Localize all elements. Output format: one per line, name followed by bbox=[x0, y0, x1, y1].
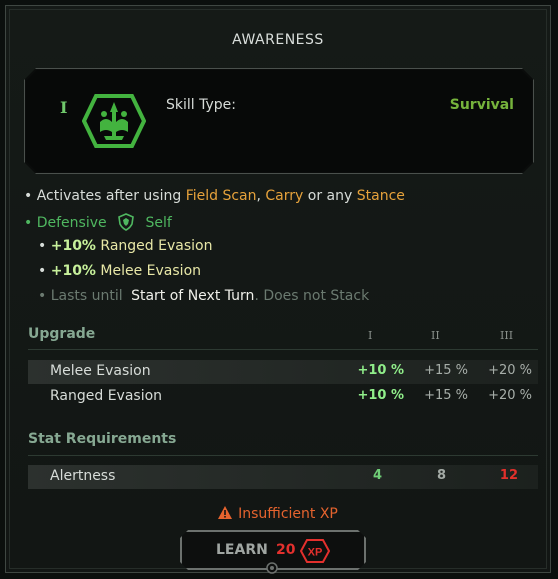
tier-i-header: I bbox=[368, 329, 373, 342]
effect-value: +10% bbox=[50, 238, 96, 254]
bullet: • bbox=[24, 215, 33, 231]
warning-icon bbox=[218, 506, 233, 519]
tier-ii-header: II bbox=[431, 329, 440, 342]
upgrade-row-ranged: Ranged Evasion +10 % +15 % +20 % bbox=[28, 385, 538, 409]
term-field-scan: Field Scan bbox=[185, 188, 257, 204]
skill-header-box: I Skill Type: Survival bbox=[24, 68, 534, 174]
learn-cost: 20 bbox=[276, 542, 296, 558]
skill-type-value: Survival bbox=[449, 97, 514, 113]
term-carry: Carry bbox=[265, 188, 304, 204]
warning-text: Insufficient XP bbox=[238, 506, 338, 522]
activation-mid: or any bbox=[307, 188, 353, 204]
upgrade-value-tier-iii: +20 % bbox=[488, 388, 532, 403]
duration-line: • Lasts until Start of Next Turn. Does n… bbox=[38, 288, 369, 304]
duration-term: Start of Next Turn bbox=[131, 288, 255, 304]
skill-header-inner: I Skill Type: Survival bbox=[26, 70, 532, 172]
xp-badge-icon: XP bbox=[300, 539, 330, 563]
awareness-crest-icon bbox=[82, 92, 146, 150]
skill-type-label: Skill Type: bbox=[166, 97, 236, 113]
upgrade-row-label: Ranged Evasion bbox=[50, 388, 163, 404]
upgrade-value-tier-i: +10 % bbox=[357, 388, 404, 403]
stat-requirements-header: Stat Requirements bbox=[28, 431, 177, 447]
upgrade-header: Upgrade bbox=[28, 326, 96, 342]
tier-iii-header: III bbox=[500, 329, 514, 342]
activation-line: • Activates after using Field Scan, Carr… bbox=[24, 188, 405, 204]
bullet: • bbox=[24, 188, 33, 204]
upgrade-divider bbox=[28, 349, 538, 350]
effect-value: +10% bbox=[50, 263, 96, 279]
tag-line: • Defensive Self bbox=[24, 213, 172, 231]
upgrade-value-tier-ii: +15 % bbox=[424, 388, 468, 403]
requirement-label: Alertness bbox=[50, 468, 116, 484]
upgrade-value-tier-iii: +20 % bbox=[488, 363, 532, 378]
xp-currency: XP bbox=[308, 547, 323, 559]
upgrade-value-tier-ii: +15 % bbox=[424, 363, 468, 378]
effect-ranged-evasion: • +10% Ranged Evasion bbox=[38, 238, 212, 254]
term-separator: , bbox=[256, 188, 261, 204]
skill-tooltip-panel: AWARENESS I Skill Type: Survival • Activ… bbox=[5, 5, 551, 574]
bullet: • bbox=[38, 288, 47, 304]
learn-label: LEARN bbox=[216, 542, 268, 558]
effect-melee-evasion: • +10% Melee Evasion bbox=[38, 263, 201, 279]
requirement-row-alertness: Alertness 4 8 12 bbox=[28, 465, 538, 489]
bullet: • bbox=[38, 263, 47, 279]
upgrade-row-melee: Melee Evasion +10 % +15 % +20 % bbox=[28, 360, 538, 384]
panel-anchor-icon bbox=[266, 562, 278, 574]
activation-prefix: Activates after using bbox=[36, 188, 182, 204]
skill-tier: I bbox=[60, 98, 68, 117]
duration-suffix: . Does not Stack bbox=[254, 288, 370, 304]
requirement-tier-iii: 12 bbox=[499, 468, 518, 483]
term-stance: Stance bbox=[356, 188, 405, 204]
requirements-divider bbox=[28, 455, 538, 456]
requirement-tier-i: 4 bbox=[372, 468, 382, 483]
duration-prefix: Lasts until bbox=[50, 288, 123, 304]
shield-icon bbox=[118, 213, 134, 231]
upgrade-row-label: Melee Evasion bbox=[50, 363, 151, 379]
target-self: Self bbox=[145, 215, 172, 231]
insufficient-xp-warning: Insufficient XP bbox=[6, 506, 550, 522]
effect-stat: Ranged Evasion bbox=[100, 238, 213, 254]
window-title: AWARENESS bbox=[232, 32, 324, 48]
effect-stat: Melee Evasion bbox=[100, 263, 202, 279]
upgrade-value-tier-i: +10 % bbox=[357, 363, 404, 378]
requirement-tier-ii: 8 bbox=[436, 468, 446, 483]
defensive-tag: Defensive bbox=[36, 215, 107, 231]
bullet: • bbox=[38, 238, 47, 254]
